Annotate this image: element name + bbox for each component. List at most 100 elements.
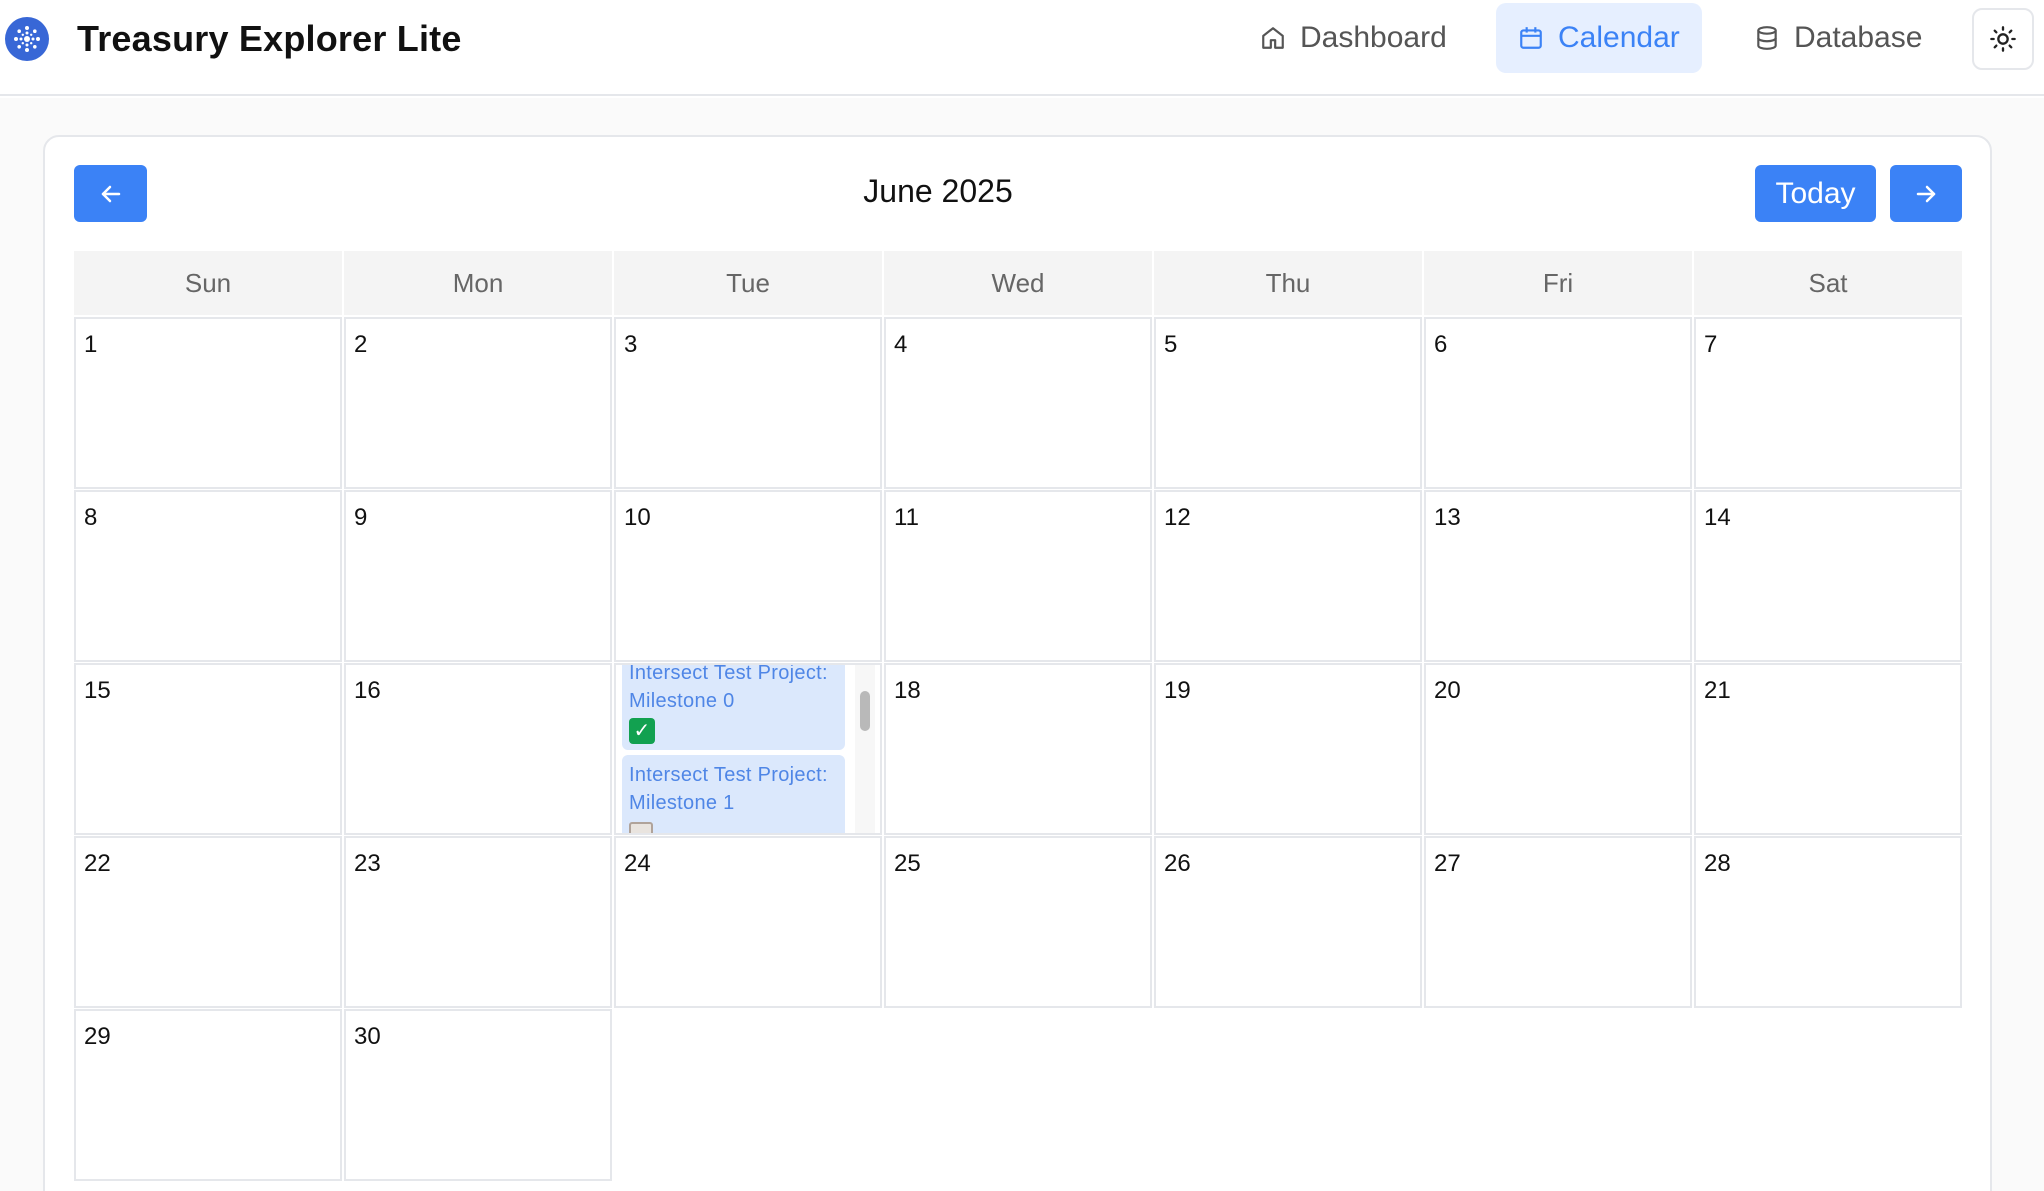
month-title: June 2025: [863, 173, 1013, 209]
weekday-divider: [612, 251, 614, 315]
day-cell[interactable]: 23: [344, 836, 612, 1008]
day-number: 22: [84, 850, 111, 877]
day-cell[interactable]: 27: [1424, 836, 1692, 1008]
day-number: 5: [1164, 331, 1178, 358]
day-number: 13: [1434, 504, 1461, 531]
day-cell[interactable]: 6: [1424, 317, 1692, 489]
sun-icon: [1990, 26, 2016, 52]
main-content: June 2025 Today Sun Mon Tue Wed Thu Fri …: [0, 98, 2044, 1191]
weekday-divider: [1692, 251, 1694, 315]
day-number: 18: [894, 677, 921, 704]
day-number: 19: [1164, 677, 1191, 704]
day-cell[interactable]: 15: [74, 663, 342, 835]
nav-calendar-label: Calendar: [1558, 21, 1680, 54]
event-title: Intersect Test Project: Milestone 1: [629, 764, 828, 814]
day-cell[interactable]: 19: [1154, 663, 1422, 835]
day-number: 29: [84, 1023, 111, 1050]
weekday-divider: [882, 251, 884, 315]
day-cell-with-events[interactable]: Intersect Test Project: Milestone 0 ✓ In…: [614, 663, 882, 835]
day-number: 27: [1434, 850, 1461, 877]
day-number: 8: [84, 504, 98, 531]
day-number: 4: [894, 331, 908, 358]
day-cell[interactable]: 10: [614, 490, 882, 662]
calendar-card: June 2025 Today Sun Mon Tue Wed Thu Fri …: [43, 135, 1992, 1191]
day-cell[interactable]: 14: [1694, 490, 1962, 662]
day-number: 10: [624, 504, 651, 531]
database-icon: [1757, 26, 1777, 50]
weekday-divider: [1422, 251, 1424, 315]
home-icon: [1262, 27, 1284, 49]
day-cell[interactable]: 1: [74, 317, 342, 489]
next-month-button[interactable]: [1890, 165, 1962, 222]
today-button[interactable]: Today: [1755, 165, 1876, 222]
day-cell[interactable]: 13: [1424, 490, 1692, 662]
weekday-divider: [1152, 251, 1154, 315]
theme-toggle-button[interactable]: [1972, 8, 2034, 70]
weekday-header-row: Sun Mon Tue Wed Thu Fri Sat: [74, 251, 1962, 315]
calendar-icon: [1520, 27, 1542, 49]
day-cell[interactable]: 28: [1694, 836, 1962, 1008]
day-cell[interactable]: 4: [884, 317, 1152, 489]
day-number: 26: [1164, 850, 1191, 877]
day-number: 9: [354, 504, 368, 531]
calendar-pending-icon: [629, 821, 653, 833]
day-cell[interactable]: 25: [884, 836, 1152, 1008]
day-number: 1: [84, 331, 98, 358]
check-mark-icon: ✓: [629, 717, 655, 744]
day-cell[interactable]: 18: [884, 663, 1152, 835]
day-cell[interactable]: 26: [1154, 836, 1422, 1008]
weekday-header: Sun: [184, 267, 232, 298]
day-number: 20: [1434, 677, 1461, 704]
day-number: 14: [1704, 504, 1731, 531]
day-number: 6: [1434, 331, 1448, 358]
day-cell[interactable]: 16: [344, 663, 612, 835]
day-cell[interactable]: 21: [1694, 663, 1962, 835]
nav-database-label: Database: [1794, 21, 1923, 54]
nav-calendar[interactable]: Calendar: [1496, 3, 1702, 73]
day-cell[interactable]: 20: [1424, 663, 1692, 835]
day-number: 28: [1704, 850, 1731, 877]
top-header: Treasury Explorer Lite Dashboard Calenda…: [0, 0, 2044, 96]
day-cell[interactable]: 5: [1154, 317, 1422, 489]
day-cell[interactable]: 3: [614, 317, 882, 489]
day-number: 15: [84, 677, 111, 704]
day-cell[interactable]: 7: [1694, 317, 1962, 489]
day-cell[interactable]: 30: [344, 1009, 612, 1181]
weekday-header: Tue: [726, 267, 770, 298]
day-number: 30: [354, 1023, 381, 1050]
day-cell[interactable]: 11: [884, 490, 1152, 662]
cardano-logo-icon[interactable]: [5, 17, 49, 61]
event-milestone-0[interactable]: Intersect Test Project: Milestone 0 ✓: [622, 665, 845, 750]
event-milestone-1[interactable]: Intersect Test Project: Milestone 1: [622, 755, 845, 833]
day-number: 16: [354, 677, 381, 704]
weekday-divider: [342, 251, 344, 315]
nav-database[interactable]: Database: [1732, 3, 1944, 73]
day-cell[interactable]: 12: [1154, 490, 1422, 662]
day-number: 11: [894, 504, 919, 531]
day-cell[interactable]: 8: [74, 490, 342, 662]
weekday-header: Mon: [452, 267, 504, 298]
arrow-right-icon: [1916, 185, 1936, 202]
day-number: 23: [354, 850, 381, 877]
nav-dashboard[interactable]: Dashboard: [1238, 3, 1469, 73]
day-number: 3: [624, 331, 638, 358]
day-cell[interactable]: 9: [344, 490, 612, 662]
day-cell[interactable]: 24: [614, 836, 882, 1008]
day-number: 7: [1704, 331, 1718, 358]
day-number: 21: [1704, 677, 1731, 704]
day-number: 25: [894, 850, 921, 877]
day-number: 2: [354, 331, 368, 358]
events-scrollbar-thumb[interactable]: [860, 691, 870, 731]
nav-dashboard-label: Dashboard: [1300, 21, 1447, 54]
day-cell[interactable]: 22: [74, 836, 342, 1008]
weekday-header: Wed: [991, 267, 1045, 298]
day-cell[interactable]: 2: [344, 317, 612, 489]
app-title: Treasury Explorer Lite: [77, 18, 462, 59]
day-number: 12: [1164, 504, 1191, 531]
weekday-header: Fri: [1542, 267, 1574, 298]
day-cell[interactable]: 29: [74, 1009, 342, 1181]
day-events-list[interactable]: Intersect Test Project: Milestone 0 ✓ In…: [622, 665, 851, 833]
weekday-header: Thu: [1265, 267, 1311, 298]
weekday-header: Sat: [1808, 267, 1848, 298]
day-number: 24: [624, 850, 651, 877]
